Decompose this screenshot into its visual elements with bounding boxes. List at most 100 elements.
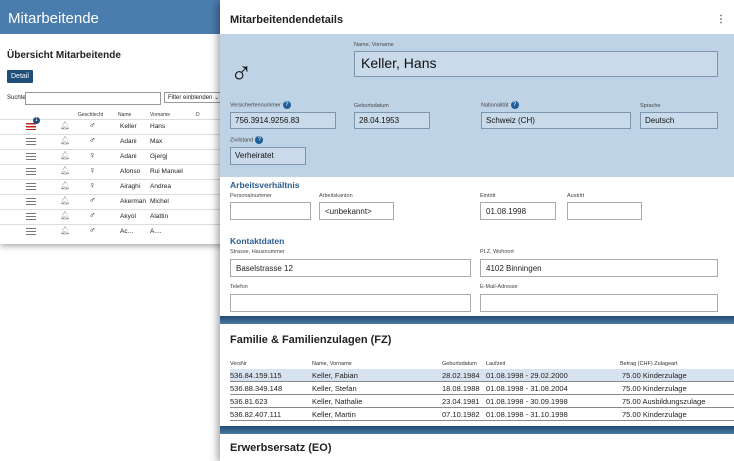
more-menu-icon[interactable]: ⋮	[716, 14, 726, 25]
male-icon: ♂	[89, 135, 96, 145]
list-row[interactable]: 🔔︎ ♀ Adani Gjergj	[0, 149, 228, 165]
phone-label: Telefon	[230, 284, 248, 290]
doc-icon[interactable]	[26, 153, 36, 160]
bell-icon[interactable]: 🔔︎	[60, 166, 70, 175]
cell-name: Keller, Stefan	[312, 384, 357, 393]
col-amount[interactable]: Betrag (CHF) Zulageart	[620, 361, 677, 367]
notification-badge: 1	[33, 117, 40, 124]
contact-title: Kontaktdaten	[230, 236, 285, 246]
name-label: Name, Vorname	[354, 42, 394, 48]
doc-icon[interactable]	[26, 198, 36, 205]
bell-icon[interactable]: 🔔︎	[60, 226, 70, 235]
street-field[interactable]: Baselstrasse 12	[230, 259, 471, 277]
work-canton-label: Arbeitskanton	[319, 193, 353, 199]
cell-name: Keller, Fabian	[312, 371, 358, 380]
family-row[interactable]: 536.84.159.115 Keller, Fabian 28.02.1984…	[230, 369, 734, 382]
row-vorname: Alattin	[150, 213, 169, 220]
entry-date-field[interactable]: 01.08.1998	[480, 202, 556, 220]
phone-field[interactable]	[230, 294, 471, 312]
cell-versnr: 536.81.623	[230, 397, 268, 406]
row-vorname: Michel	[150, 198, 169, 205]
bell-icon[interactable]: 🔔︎	[60, 211, 70, 220]
details-title-text: Mitarbeitendendetails	[230, 14, 344, 26]
cell-birthdate: 07.10.1982	[442, 410, 480, 419]
list-row[interactable]: 🔔︎ ♀ Airaghi Andrea	[0, 179, 228, 195]
cell-versnr: 536.82.407.111	[230, 410, 282, 419]
female-icon: ♀	[89, 150, 96, 160]
doc-icon[interactable]	[26, 183, 36, 190]
male-icon: ♂	[89, 195, 96, 205]
cell-birthdate: 28.02.1984	[442, 371, 480, 380]
section-divider	[220, 316, 734, 324]
cell-name: Keller, Nathalie	[312, 397, 363, 406]
col-birthdate[interactable]: Geburtsdatum	[442, 361, 477, 367]
list-row[interactable]: 🔔︎ ♂ Adani Max	[0, 134, 228, 150]
family-row[interactable]: 536.88.349.148 Keller, Stefan 18.08.1988…	[230, 382, 734, 395]
col-vorname[interactable]: Vorname	[150, 112, 170, 118]
vn-label: Versichertennummer?	[230, 101, 291, 109]
employment-title: Arbeitsverhältnis	[230, 180, 300, 190]
list-row[interactable]: 🔔︎ ♂ Ac... A....	[0, 224, 228, 240]
bell-icon[interactable]: 🔔︎	[60, 121, 70, 130]
row-vorname: Max	[150, 138, 163, 145]
search-input[interactable]	[25, 92, 161, 105]
work-canton-field[interactable]: <unbekannt>	[319, 202, 394, 220]
family-row[interactable]: 536.82.407.111 Keller, Martin 07.10.1982…	[230, 408, 734, 421]
cell-period: 01.08.1998 - 30.09.1998	[486, 397, 568, 406]
help-icon[interactable]: ?	[510, 101, 519, 109]
exit-date-field[interactable]	[567, 202, 642, 220]
row-name: Akerman	[120, 198, 147, 205]
civil-status-field[interactable]: Verheiratet	[230, 147, 306, 165]
col-name[interactable]: Name	[118, 112, 131, 118]
personnel-number-field[interactable]	[230, 202, 311, 220]
nationality-field[interactable]: Schweiz (CH)	[481, 112, 631, 129]
doc-icon[interactable]	[26, 228, 36, 235]
birthdate-field[interactable]: 28.04.1953	[354, 112, 430, 129]
cell-period: 01.08.1998 - 31.08.2004	[486, 384, 568, 393]
col-d[interactable]: D	[196, 112, 200, 118]
bell-icon[interactable]: 🔔︎	[60, 181, 70, 190]
cell-amount: 75.00 Kinderzulage	[622, 410, 687, 419]
list-row[interactable]: 🔔︎ ♂ Akerman Michel	[0, 194, 228, 210]
male-icon: ♂	[89, 120, 96, 130]
male-icon: ♂	[89, 225, 96, 235]
list-row[interactable]: 🔔︎ ♀ Afonso Rui Manuel	[0, 164, 228, 180]
cell-period: 01.08.1998 - 29.02.2000	[486, 371, 568, 380]
employee-details-window: Mitarbeitendendetails ⋮ ♂ Name, Vorname …	[220, 0, 734, 461]
list-row[interactable]: 1 🔔︎ ♂ Keller Hans	[0, 117, 228, 135]
bell-icon[interactable]: 🔔︎	[60, 196, 70, 205]
bell-icon[interactable]: 🔔︎	[60, 136, 70, 145]
bell-icon[interactable]: 🔔︎	[60, 151, 70, 160]
email-field[interactable]	[480, 294, 718, 312]
cell-name: Keller, Martin	[312, 410, 356, 419]
row-name: Keller	[120, 123, 137, 130]
col-period[interactable]: Laufzeit	[486, 361, 505, 367]
col-versnr[interactable]: VersNr	[230, 361, 247, 367]
cell-birthdate: 23.04.1981	[442, 397, 480, 406]
cell-period: 01.08.1998 - 31.10.1998	[486, 410, 568, 419]
detail-button[interactable]: Detail	[7, 70, 33, 83]
help-icon[interactable]: ?	[255, 136, 264, 144]
list-row[interactable]: 🔔︎ ♂ Akyol Alattin	[0, 209, 228, 225]
cell-amount: 75.00 Ausbildungszulage	[622, 397, 706, 406]
nationality-label: Nationalität?	[481, 101, 519, 109]
doc-icon[interactable]	[26, 213, 36, 220]
family-row[interactable]: 536.81.623 Keller, Nathalie 23.04.1981 0…	[230, 395, 734, 408]
filter-button[interactable]: Filter einblenden ⌄	[164, 92, 228, 103]
col-gender[interactable]: Geschlecht	[78, 112, 103, 118]
row-name: Adani	[120, 138, 137, 145]
doc-icon[interactable]	[26, 138, 36, 145]
doc-icon[interactable]	[26, 123, 36, 130]
language-field[interactable]: Deutsch	[640, 112, 718, 129]
plz-field[interactable]: 4102 Binningen	[480, 259, 718, 277]
vn-field[interactable]: 756.3914.9256.83	[230, 112, 336, 129]
row-vorname: Gjergj	[150, 153, 168, 160]
help-icon[interactable]: ?	[282, 101, 291, 109]
row-name: Afonso	[120, 168, 141, 175]
name-field[interactable]: Keller, Hans	[354, 51, 718, 77]
details-title: Mitarbeitendendetails ⋮	[220, 0, 734, 34]
doc-icon[interactable]	[26, 168, 36, 175]
cell-versnr: 536.84.159.115	[230, 371, 282, 380]
cell-amount: 75.00 Kinderzulage	[622, 371, 687, 380]
col-name[interactable]: Name, Vorname	[312, 361, 352, 367]
